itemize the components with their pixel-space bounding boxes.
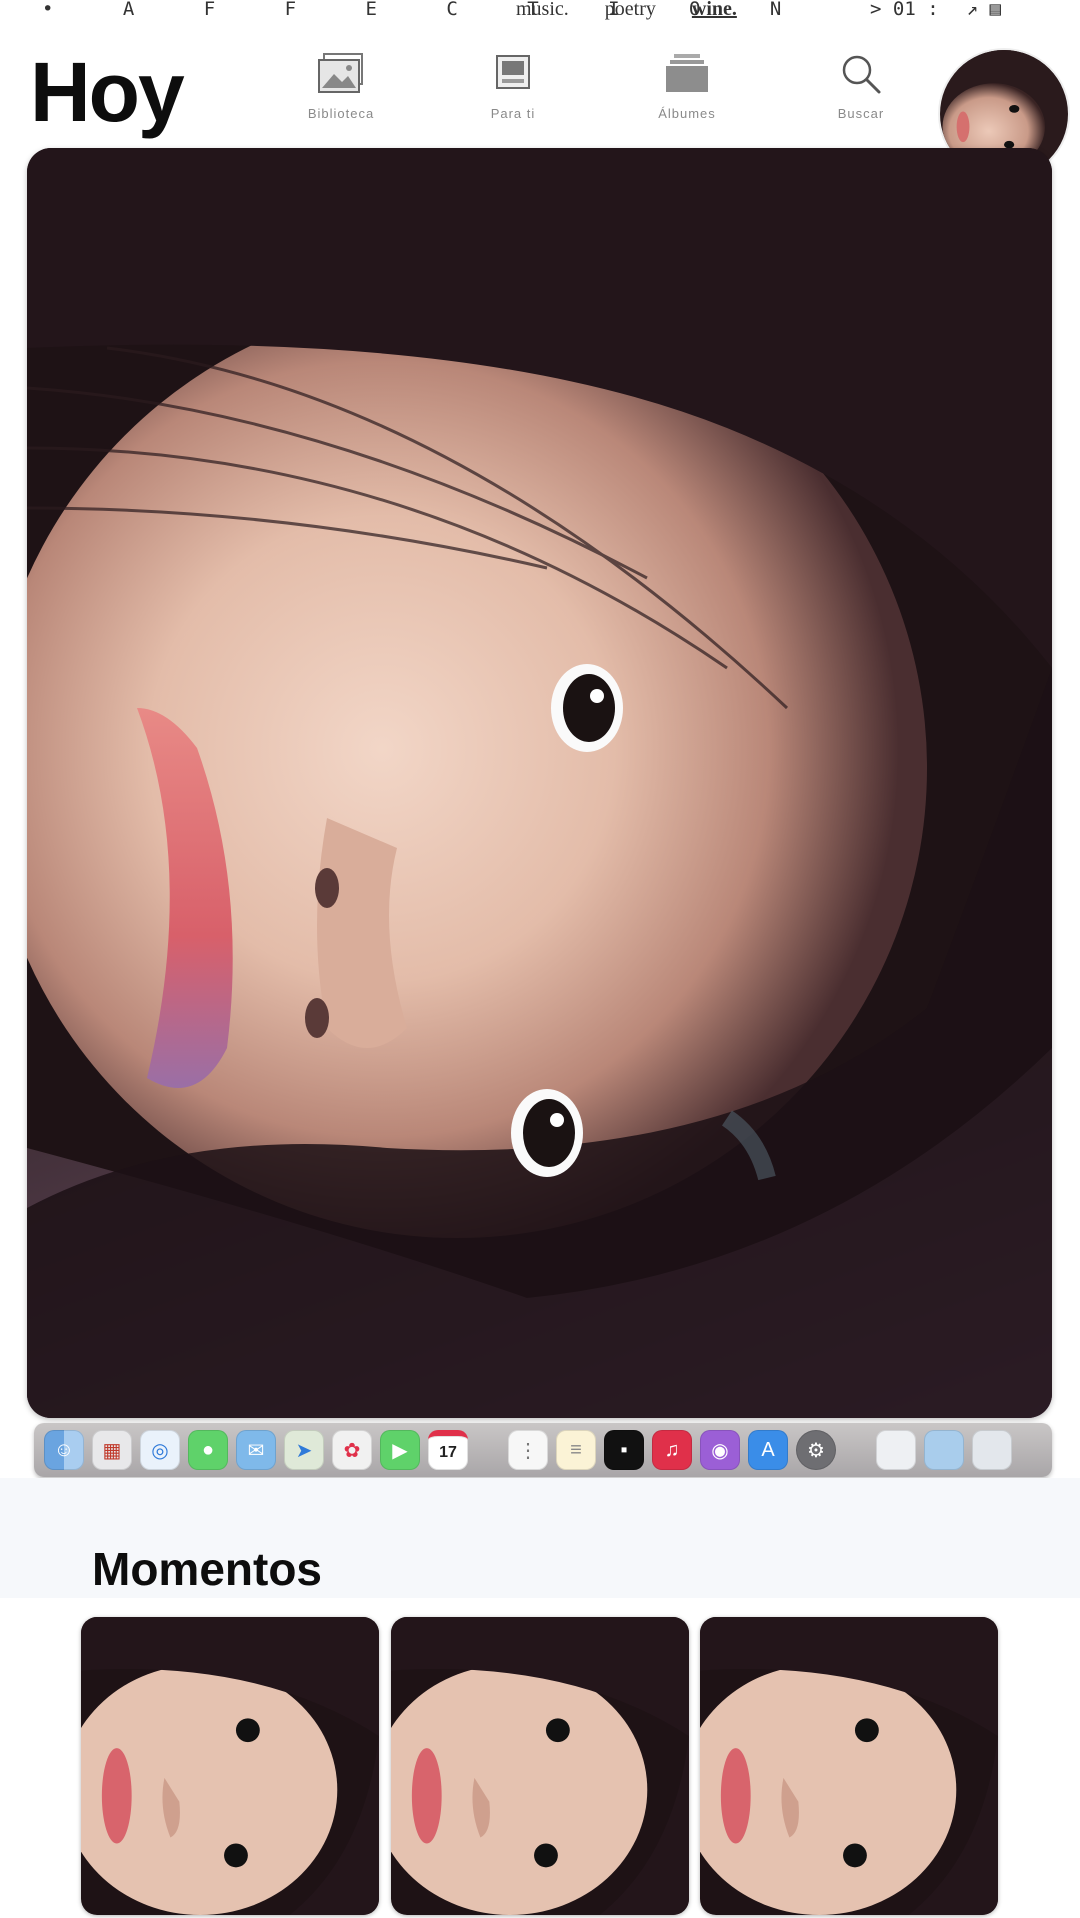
page-title: Hoy bbox=[30, 45, 185, 139]
tab-buscar[interactable]: Buscar bbox=[796, 52, 926, 142]
tab-albumes-label: Álbumes bbox=[658, 106, 716, 121]
stack-icon bbox=[666, 54, 708, 92]
calendar-icon[interactable]: 17 bbox=[428, 1430, 468, 1470]
finder-icon[interactable]: ☺ bbox=[44, 1430, 84, 1470]
status-bar: • A F F E C T I O N music. poetry wine. … bbox=[0, 0, 1080, 22]
momentos-title: Momentos bbox=[92, 1543, 322, 1595]
moment-thumbnail-1[interactable] bbox=[81, 1617, 379, 1915]
reminders-icon[interactable]: ⋮ bbox=[508, 1430, 548, 1470]
facetime-icon[interactable]: ▶ bbox=[380, 1430, 420, 1470]
tab-para-ti[interactable]: Para ti bbox=[448, 52, 578, 142]
search-icon bbox=[842, 55, 881, 94]
status-glyphs: ↗ ▤ bbox=[966, 0, 1001, 20]
launchpad-icon[interactable]: ▦ bbox=[92, 1430, 132, 1470]
status-item-music: music. bbox=[516, 0, 569, 20]
trash-icon[interactable] bbox=[972, 1430, 1012, 1470]
tab-albumes[interactable]: Álbumes bbox=[622, 52, 752, 142]
featured-photo-image bbox=[27, 148, 1052, 1418]
photos-app-icon[interactable]: ✿ bbox=[332, 1430, 372, 1470]
moment-photo bbox=[81, 1617, 379, 1915]
moment-photo bbox=[391, 1617, 689, 1915]
dock: ☺ ▦ ◎ ● ✉ ➤ ✿ ▶ 17 ⋮ ≡ ▪ ♫ ◉ A ⚙ bbox=[34, 1423, 1052, 1477]
maps-icon[interactable]: ➤ bbox=[284, 1430, 324, 1470]
album-icon bbox=[496, 55, 530, 89]
downloads-folder-icon[interactable] bbox=[924, 1430, 964, 1470]
status-items: music. poetry wine. bbox=[516, 0, 737, 21]
mail-icon[interactable]: ✉ bbox=[236, 1430, 276, 1470]
status-right: > 01 : ↗ ▤ bbox=[870, 0, 1001, 20]
messages-icon[interactable]: ● bbox=[188, 1430, 228, 1470]
folder-icon[interactable] bbox=[876, 1430, 916, 1470]
tab-biblioteca-label: Biblioteca bbox=[307, 106, 375, 121]
calendar-day: 17 bbox=[439, 1444, 457, 1461]
moment-thumbnail-3[interactable] bbox=[700, 1617, 998, 1915]
status-item-wine: wine. bbox=[691, 0, 737, 20]
status-item-poetry: poetry bbox=[604, 0, 656, 20]
tv-icon[interactable]: ▪ bbox=[604, 1430, 644, 1470]
settings-icon[interactable]: ⚙ bbox=[796, 1430, 836, 1470]
tab-buscar-label: Buscar bbox=[837, 106, 885, 121]
tab-biblioteca[interactable]: Biblioteca bbox=[276, 52, 406, 142]
moment-thumbnail-2[interactable] bbox=[391, 1617, 689, 1915]
appstore-icon[interactable]: A bbox=[748, 1430, 788, 1470]
notes-icon[interactable]: ≡ bbox=[556, 1430, 596, 1470]
photos-icon bbox=[318, 53, 363, 93]
moment-photo bbox=[700, 1617, 998, 1915]
podcasts-icon[interactable]: ◉ bbox=[700, 1430, 740, 1470]
featured-photo[interactable] bbox=[27, 148, 1052, 1418]
safari-icon[interactable]: ◎ bbox=[140, 1430, 180, 1470]
status-clock: > 01 : bbox=[870, 0, 939, 20]
tab-para-ti-label: Para ti bbox=[490, 106, 536, 121]
header: Hoy Biblioteca Para ti Álbumes Buscar bbox=[0, 30, 1080, 178]
music-icon[interactable]: ♫ bbox=[652, 1430, 692, 1470]
